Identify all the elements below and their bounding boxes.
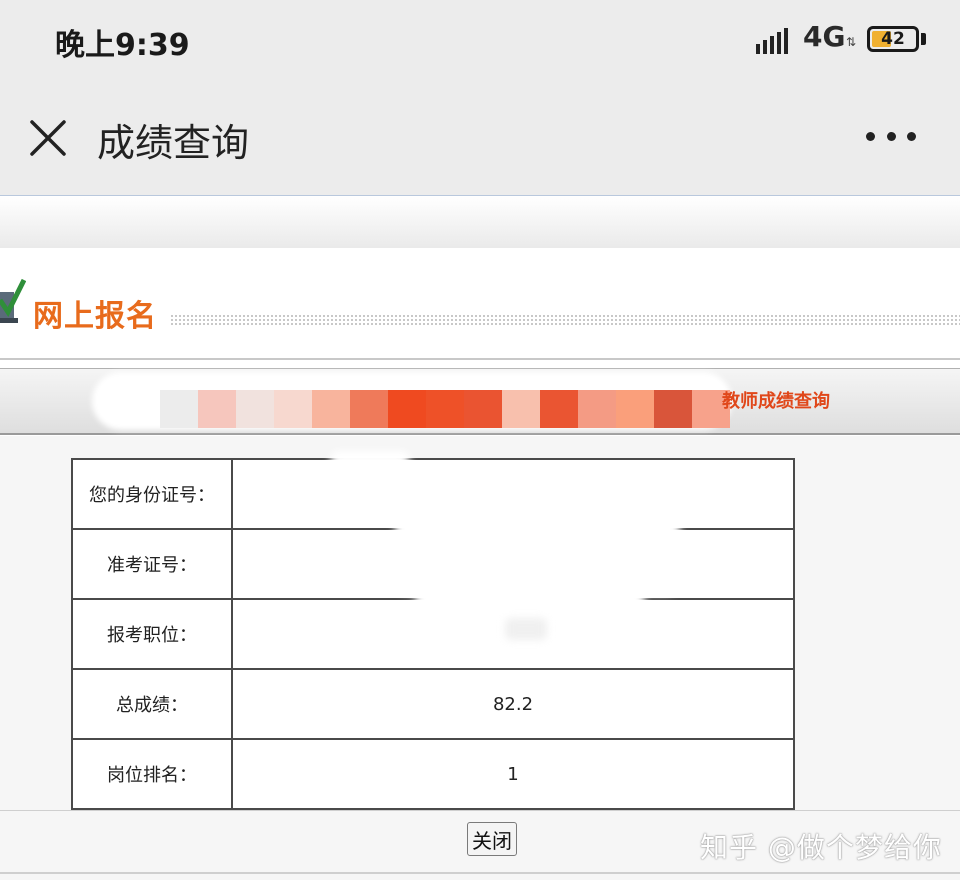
close-button[interactable]: 关闭 [467,822,517,856]
row-label: 岗位排名： [71,738,233,810]
close-icon[interactable] [28,118,68,158]
divider [0,872,960,874]
header-band [0,196,960,248]
page-title: 成绩查询 [97,121,250,165]
network-type: 4G [803,20,846,53]
dotted-divider [170,314,960,326]
nav-link-score-query[interactable]: 教师成绩查询 [722,387,830,413]
divider [0,810,960,811]
redaction-mark [395,494,680,594]
redaction-mark [330,451,410,469]
battery-level: 42 [881,29,905,49]
status-bar: 晚上9:39 4G ⇅ 42 [0,0,960,80]
row-value: 1 [231,738,795,810]
redaction-mosaic [160,390,730,428]
row-label: 报考职位： [71,598,233,670]
signal-icon [756,28,788,54]
more-dots-icon[interactable] [866,126,916,146]
row-label: 您的身份证号： [71,458,233,530]
table-row: 总成绩： 82.2 [71,668,795,740]
row-label: 准考证号： [71,528,233,600]
row-label: 总成绩： [71,668,233,740]
data-activity-icon: ⇅ [846,35,857,49]
battery-cap [921,33,926,45]
web-content: 网上报名 教师成绩查询 您的身份证号： 准考证号： 报考职位： 总成绩： 82.… [0,196,960,880]
table-row: 岗位排名： 1 [71,738,795,810]
battery-icon: 42 [867,26,919,52]
row-value: 82.2 [231,668,795,740]
watermark: 知乎 @做个梦给你 [700,831,942,864]
checkmark-icon [0,278,26,323]
redaction-mark [505,618,547,640]
logo-text: 网上报名 [33,299,157,334]
status-time: 晚上9:39 [55,28,190,63]
